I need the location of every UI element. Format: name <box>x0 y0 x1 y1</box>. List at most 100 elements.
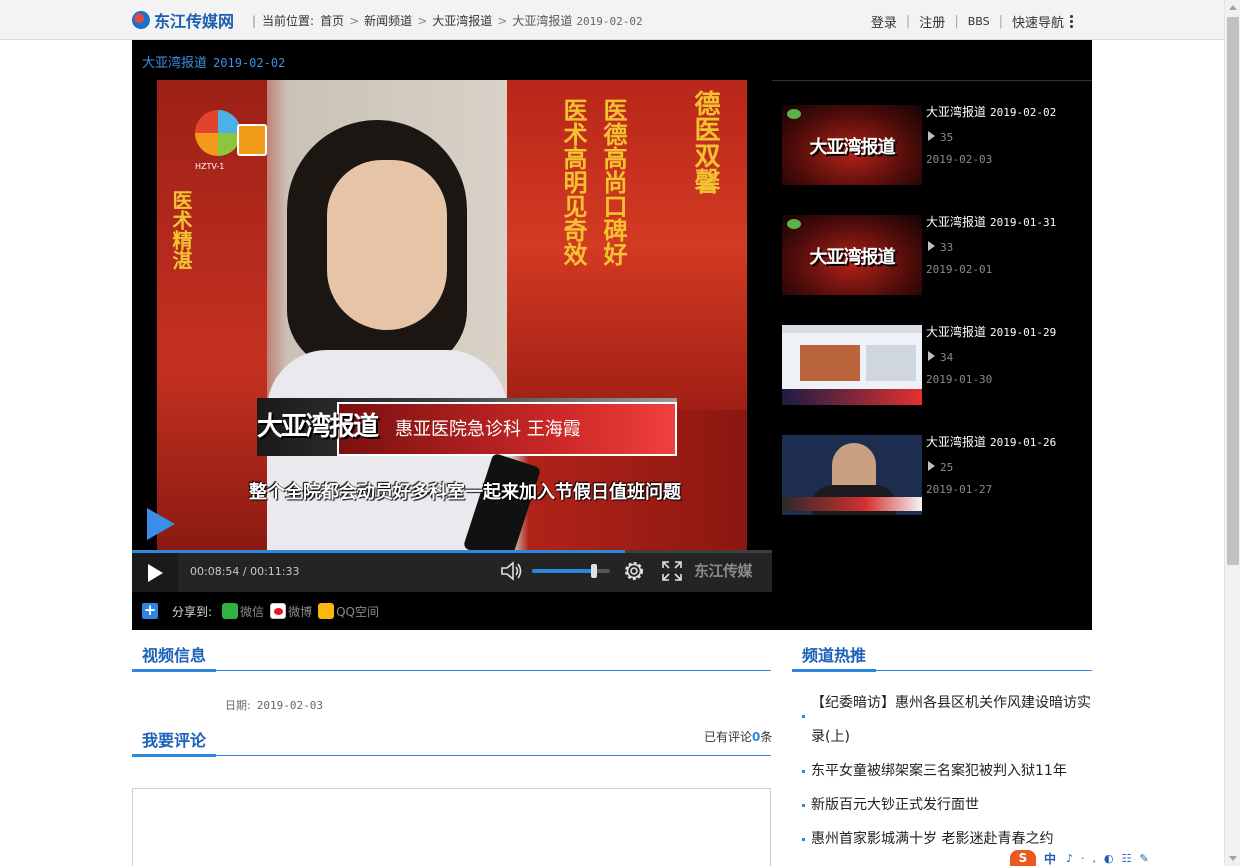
progress-bar[interactable] <box>132 550 772 553</box>
time-display: 00:08:54 / 00:11:33 <box>190 565 300 578</box>
publish-date: 2019-01-30 <box>926 373 993 386</box>
bbs-link[interactable]: BBS <box>968 15 990 28</box>
more-vertical-icon[interactable] <box>1070 13 1074 30</box>
fullscreen-icon[interactable] <box>660 559 684 583</box>
channel-logo-icon <box>787 109 801 119</box>
ime-tools-icon[interactable]: ♪·,◐☷✎ <box>1066 852 1157 865</box>
play-icon <box>148 564 163 582</box>
hot-item[interactable]: 东平女童被绑架案三名案犯被判入狱11年 <box>802 754 1094 788</box>
hot-item[interactable]: 【纪委暗访】惠州各县区机关作风建设暗访实录(上) <box>802 686 1094 754</box>
related-thumbnail[interactable]: 大亚湾报道 <box>782 215 922 295</box>
related-title-date: 2019-02-02 <box>990 106 1057 119</box>
chevron-right-icon: > <box>497 13 508 28</box>
video-panel: 大亚湾报道 2019-02-02 医术精湛 医术高明见奇效 医德高尚口碑好 德医双… <box>132 40 1092 630</box>
play-button[interactable] <box>132 553 178 592</box>
channel-logo-icon <box>195 110 241 156</box>
video-frame[interactable]: 医术精湛 医术高明见奇效 医德高尚口碑好 德医双馨 HZTV-1 大亚湾报道 惠… <box>157 80 747 550</box>
breadcrumb-news[interactable]: 新闻频道 <box>364 12 412 29</box>
related-title[interactable]: 大亚湾报道 2019-02-02 <box>926 103 1056 120</box>
show-name-overlay: 大亚湾报道 <box>257 412 379 442</box>
thumb-block <box>800 345 860 381</box>
related-thumbnail[interactable] <box>782 435 922 515</box>
chevron-right-icon: > <box>349 13 360 28</box>
scroll-up-arrow-icon[interactable] <box>1229 5 1237 10</box>
video-info-header: 视频信息 <box>132 642 771 672</box>
play-count-icon <box>928 241 935 251</box>
date-value: 2019-02-03 <box>256 699 323 712</box>
location-label: 当前位置: <box>262 14 315 28</box>
speaker-caption: 惠亚医院急诊科 王海霞 <box>395 419 581 440</box>
settings-gear-icon[interactable] <box>621 558 647 584</box>
related-title-text: 大亚湾报道 <box>926 325 987 339</box>
video-date: 日期: 2019-02-03 <box>225 697 323 713</box>
play-count-icon <box>928 461 935 471</box>
share-label: 分享到: <box>172 604 213 619</box>
related-thumbnail[interactable] <box>782 325 922 405</box>
hot-header: 频道热推 <box>792 642 1092 672</box>
volume-icon[interactable] <box>500 560 524 582</box>
related-title[interactable]: 大亚湾报道 2019-01-29 <box>926 323 1056 340</box>
divider: | <box>954 14 959 29</box>
weibo-icon <box>270 603 287 619</box>
video-subtitle: 整个全院都会动员好多科室一起来加入节假日值班问题 <box>249 482 681 503</box>
breadcrumb-dayawan[interactable]: 大亚湾报道 <box>432 12 492 29</box>
qzone-icon <box>318 603 335 619</box>
divider <box>216 670 771 671</box>
comment-textarea[interactable] <box>132 788 771 866</box>
share-qzone[interactable]: QQ空间 <box>318 603 379 620</box>
comments-heading: 我要评论 <box>132 727 217 757</box>
logo-text: 东江传媒网 <box>154 12 235 31</box>
register-link[interactable]: 注册 <box>919 12 945 31</box>
channel-badge-icon <box>237 124 267 156</box>
progress-fill <box>132 550 625 553</box>
quick-nav-link[interactable]: 快速导航 <box>1012 12 1064 31</box>
thumb-strip <box>782 497 922 511</box>
video-title-date: 2019-02-02 <box>213 56 286 70</box>
breadcrumb-current-label: 大亚湾报道 <box>512 14 573 28</box>
scrollbar-thumb[interactable] <box>1227 17 1239 565</box>
share-wechat[interactable]: 微信 <box>222 603 264 620</box>
video-title: 大亚湾报道 2019-02-02 <box>142 52 285 71</box>
ime-mode-toggle[interactable]: 中 <box>1044 850 1056 866</box>
comment-count: 已有评论0条 <box>704 728 772 745</box>
related-item[interactable]: 大亚湾报道 2019-01-29 34 2019-01-30 <box>782 325 1092 405</box>
plus-icon[interactable]: + <box>142 603 158 619</box>
logo-icon <box>132 11 150 29</box>
divider <box>876 670 1092 671</box>
related-title[interactable]: 大亚湾报道 2019-01-26 <box>926 433 1056 450</box>
related-videos: 大亚湾报道 大亚湾报道 2019-02-02 35 2019-02-03 大亚湾报… <box>772 80 1092 550</box>
volume-knob[interactable] <box>591 564 598 578</box>
hot-heading: 频道热推 <box>792 642 877 672</box>
breadcrumb-home[interactable]: 首页 <box>320 12 344 29</box>
related-title-date: 2019-01-31 <box>990 216 1057 229</box>
site-logo[interactable]: 东江传媒网 <box>132 9 234 31</box>
ime-toolbar[interactable]: S 中 ♪·,◐☷✎ <box>1010 850 1224 866</box>
share-bar: + 分享到: 微信 微博 QQ空间 <box>142 602 385 620</box>
related-title-text: 大亚湾报道 <box>926 105 987 119</box>
volume-slider[interactable] <box>532 564 610 578</box>
hot-item[interactable]: 新版百元大钞正式发行面世 <box>802 788 1094 822</box>
vertical-scrollbar[interactable] <box>1224 0 1240 866</box>
play-count-icon <box>928 351 935 361</box>
divider: | <box>998 14 1003 29</box>
related-title[interactable]: 大亚湾报道 2019-01-31 <box>926 213 1056 230</box>
channel-label: HZTV-1 <box>195 162 225 171</box>
scroll-down-arrow-icon[interactable] <box>1229 856 1237 861</box>
share-weibo[interactable]: 微博 <box>270 603 312 620</box>
related-item[interactable]: 大亚湾报道 大亚湾报道 2019-02-02 35 2019-02-03 <box>782 105 1092 185</box>
thumbnail-text: 大亚湾报道 <box>809 247 896 268</box>
share-qzone-label: QQ空间 <box>336 604 379 619</box>
breadcrumb: | 当前位置: 首页 > 新闻频道 > 大亚湾报道 > 大亚湾报道 2019-02… <box>246 12 643 29</box>
ime-logo-icon[interactable]: S <box>1010 850 1036 866</box>
top-bar: 东江传媒网 | 当前位置: 首页 > 新闻频道 > 大亚湾报道 > 大亚湾报道 2… <box>0 0 1224 40</box>
login-link[interactable]: 登录 <box>871 12 897 31</box>
related-item[interactable]: 大亚湾报道 大亚湾报道 2019-01-31 33 2019-02-01 <box>782 215 1092 295</box>
player-controls: 00:08:54 / 00:11:33 东江传媒 <box>132 550 772 592</box>
related-item[interactable]: 大亚湾报道 2019-01-26 25 2019-01-27 <box>782 435 1092 515</box>
publish-date: 2019-02-03 <box>926 153 993 166</box>
view-count: 34 <box>940 351 954 364</box>
share-weibo-label: 微博 <box>288 604 313 619</box>
thumb-strip <box>782 389 922 405</box>
related-thumbnail[interactable]: 大亚湾报道 <box>782 105 922 185</box>
banner-mid2-text: 医德高尚口碑好 <box>599 98 628 266</box>
